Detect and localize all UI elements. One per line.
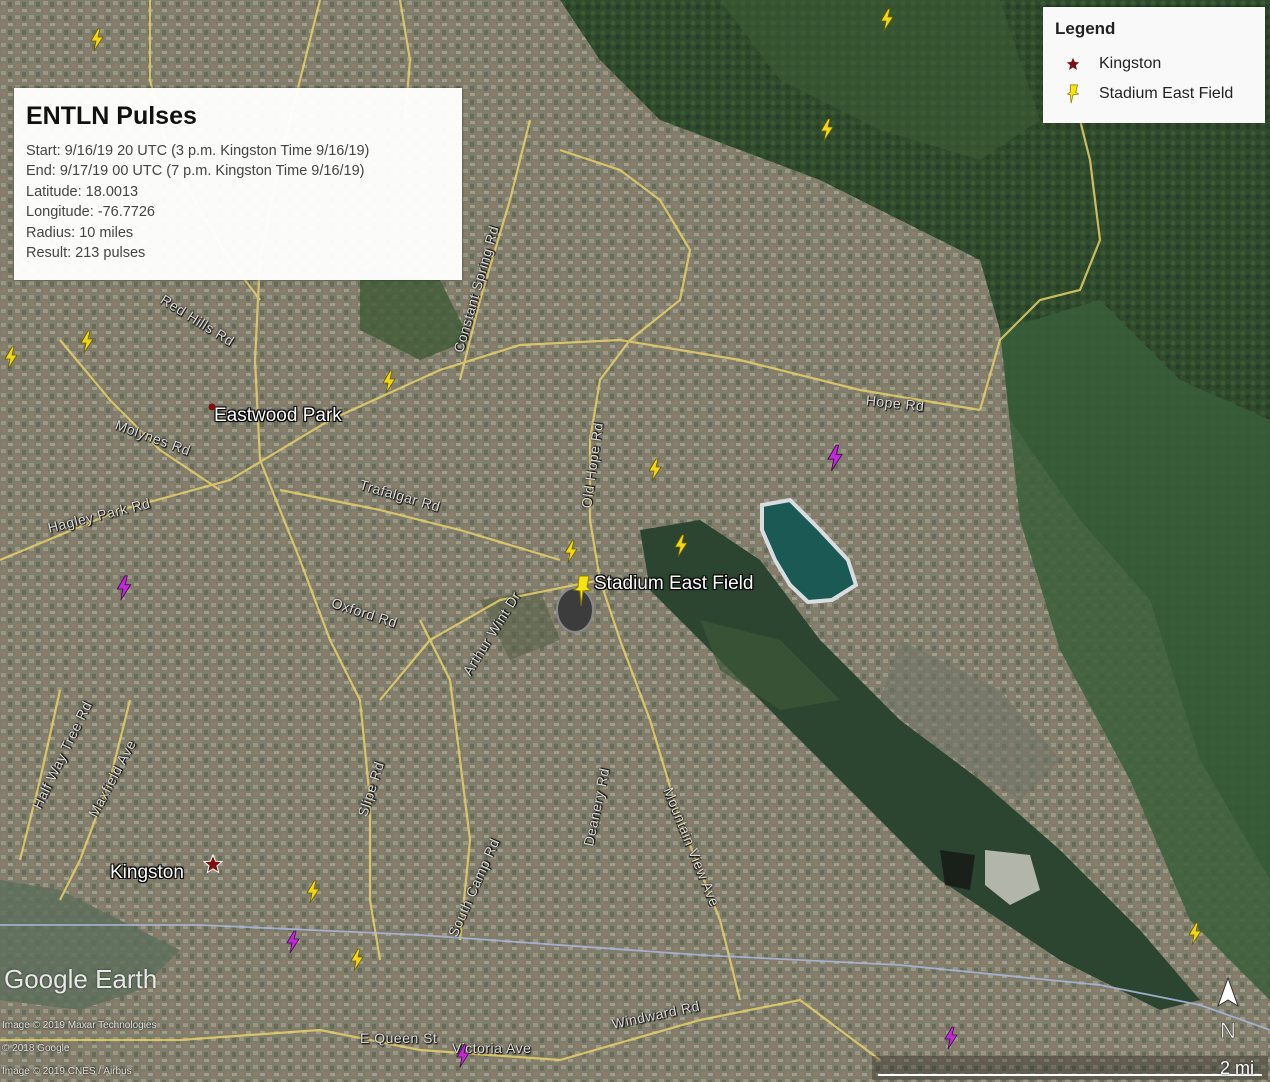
legend-panel: Legend Kingston Stadium East Field: [1043, 7, 1265, 123]
credit-line-2: © 2018 Google: [2, 1043, 70, 1054]
lightning-bolt-icon[interactable]: [78, 330, 96, 354]
pulse-info-panel: ENTLN Pulses Start: 9/16/19 20 UTC (3 p.…: [14, 88, 462, 280]
info-end: End: 9/17/19 00 UTC (7 p.m. Kingston Tim…: [26, 163, 365, 180]
lightning-bolt-icon[interactable]: [942, 1026, 960, 1050]
lightning-bolt-icon[interactable]: [348, 948, 366, 972]
eastwood-park-dot-icon: [208, 403, 216, 411]
info-latitude: Latitude: 18.0013: [26, 183, 139, 200]
lightning-bolt-icon[interactable]: [818, 118, 836, 142]
scale-line: [878, 1074, 1262, 1076]
info-radius: Radius: 10 miles: [26, 224, 134, 241]
lightning-bolt-icon[interactable]: [88, 28, 106, 52]
star-icon: [1061, 57, 1085, 71]
info-longitude: Longitude: -76.7726: [26, 204, 155, 221]
credit-line-3: Image © 2019 CNES / Airbus: [2, 1066, 132, 1077]
lightning-bolt-icon[interactable]: [562, 540, 580, 564]
place-label-stadium-east-field[interactable]: Stadium East Field: [594, 573, 753, 595]
satellite-map[interactable]: ENTLN Pulses Start: 9/16/19 20 UTC (3 p.…: [0, 0, 1270, 1082]
lightning-bolt-icon[interactable]: [2, 346, 20, 370]
google-earth-watermark: Google Earth: [4, 964, 158, 994]
info-start: Start: 9/16/19 20 UTC (3 p.m. Kingston T…: [26, 143, 370, 159]
north-label: N: [1220, 1018, 1236, 1043]
legend-item-kingston: Kingston: [1055, 49, 1253, 79]
info-result: Result: 213 pulses: [26, 245, 146, 262]
lightning-bolt-icon[interactable]: [284, 930, 302, 954]
pin-icon: [1061, 83, 1085, 105]
road-label-e-queen-st: E Queen St: [360, 1030, 438, 1046]
lightning-bolt-icon[interactable]: [114, 574, 134, 602]
scale-bar: 2 mi: [872, 1056, 1268, 1080]
place-label-kingston[interactable]: Kingston: [110, 862, 184, 884]
info-title: ENTLN Pulses: [26, 102, 197, 130]
kingston-star-icon[interactable]: [203, 854, 223, 874]
legend-item-stadium: Stadium East Field: [1055, 79, 1253, 109]
north-arrow-icon[interactable]: N: [1212, 976, 1244, 1044]
legend-label-stadium: Stadium East Field: [1099, 85, 1234, 102]
scale-label: 2 mi: [1219, 1058, 1254, 1078]
lightning-bolt-icon[interactable]: [304, 880, 322, 904]
legend-label-kingston: Kingston: [1099, 55, 1162, 72]
place-label-eastwood-park[interactable]: Eastwood Park: [214, 405, 342, 427]
credit-line-1: Image © 2019 Maxar Technologies: [2, 1020, 157, 1031]
lightning-bolt-icon[interactable]: [878, 8, 896, 32]
lightning-bolt-icon[interactable]: [1186, 922, 1204, 946]
lightning-bolt-icon[interactable]: [824, 444, 846, 472]
legend-title: Legend: [1055, 19, 1116, 38]
lightning-bolt-icon[interactable]: [454, 1044, 472, 1068]
stadium-pin-icon[interactable]: [570, 574, 596, 608]
lightning-bolt-icon[interactable]: [380, 370, 398, 394]
lightning-bolt-icon[interactable]: [672, 534, 690, 558]
lightning-bolt-icon[interactable]: [646, 458, 664, 482]
